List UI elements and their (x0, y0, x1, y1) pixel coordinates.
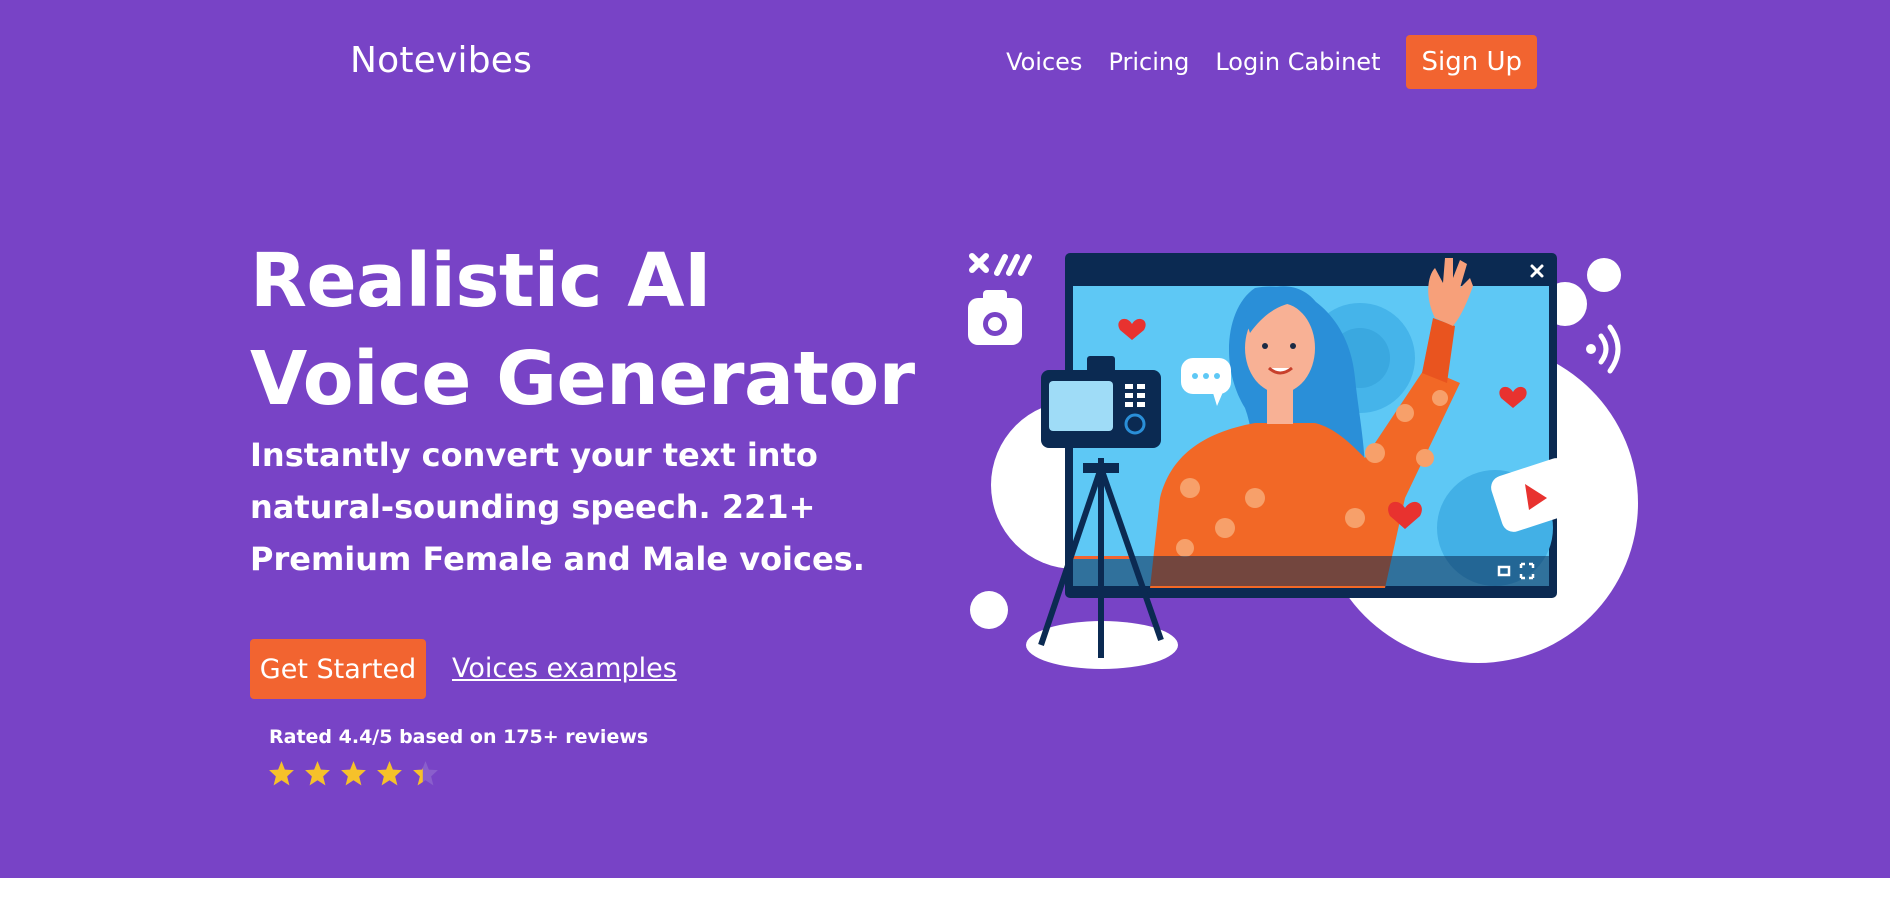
hero-illustration (968, 253, 1638, 669)
nav-item-login-cabinet[interactable]: Login Cabinet (1215, 48, 1380, 76)
sign-up-button[interactable]: Sign Up (1406, 35, 1537, 89)
page-title: Realistic AI Voice Generator (250, 238, 915, 422)
star-icon (269, 761, 294, 786)
stripes-decoration (994, 254, 1032, 276)
nav-item-voices[interactable]: Voices (1006, 48, 1082, 76)
camera-icon (968, 290, 1022, 345)
dot-top-right (1587, 258, 1621, 292)
brand-logo[interactable]: Notevibes (350, 40, 532, 81)
star-icon (305, 761, 330, 786)
close-icon (969, 253, 989, 273)
star-icon (413, 761, 438, 786)
star-icon (377, 761, 402, 786)
rating-stars (268, 760, 439, 787)
nav-item-pricing[interactable]: Pricing (1108, 48, 1189, 76)
hero-subtitle: Instantly convert your text into natural… (250, 436, 865, 578)
top-nav: Voices Pricing Login Cabinet Sign Up (1006, 35, 1537, 89)
star-icon (341, 761, 366, 786)
rating-text: Rated 4.4/5 based on 175+ reviews (269, 726, 649, 748)
voices-examples-link[interactable]: Voices examples (452, 653, 677, 684)
get-started-button[interactable]: Get Started (250, 639, 426, 699)
dot-bottom-left (970, 591, 1008, 629)
sound-waves-icon (1586, 324, 1621, 374)
hero-section: Notevibes Voices Pricing Login Cabinet S… (0, 0, 1890, 878)
